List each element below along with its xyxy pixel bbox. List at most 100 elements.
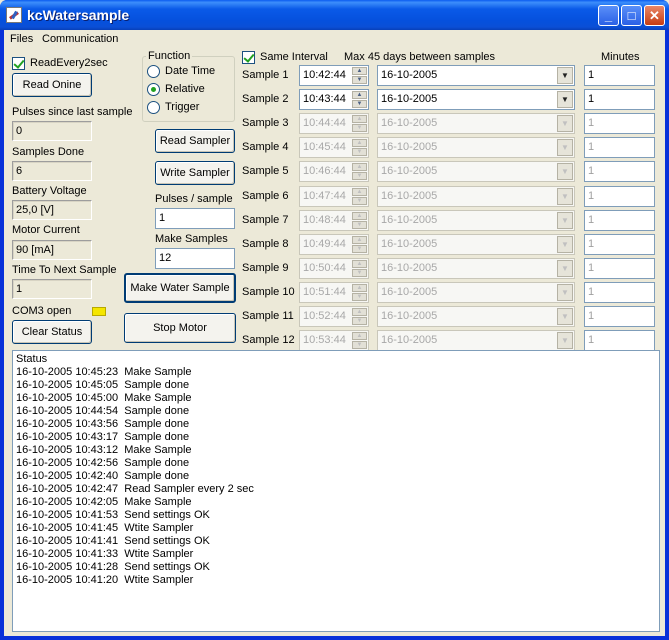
sample-date-picker[interactable]: 16-10-2005 ▼ bbox=[377, 89, 575, 110]
spin-down-icon[interactable]: ▼ bbox=[352, 317, 367, 325]
menu-files[interactable]: Files bbox=[10, 33, 33, 45]
sample-date-picker[interactable]: 16-10-2005 ▼ bbox=[377, 306, 575, 327]
chevron-down-icon[interactable]: ▼ bbox=[557, 67, 573, 84]
chevron-down-icon[interactable]: ▼ bbox=[557, 212, 573, 229]
radio-relative-label[interactable]: Relative bbox=[165, 83, 205, 95]
time-spinner[interactable]: ▲ ▼ bbox=[352, 67, 367, 84]
clear-status-button[interactable]: Clear Status bbox=[12, 320, 92, 344]
chevron-down-icon[interactable]: ▼ bbox=[557, 236, 573, 253]
sample-time-picker[interactable]: 10:52:44 ▲ ▼ bbox=[299, 306, 369, 327]
chevron-down-icon[interactable]: ▼ bbox=[557, 260, 573, 277]
sample-time-picker[interactable]: 10:46:44 ▲ ▼ bbox=[299, 161, 369, 182]
close-button[interactable]: ✕ bbox=[644, 5, 665, 26]
spin-down-icon[interactable]: ▼ bbox=[352, 293, 367, 301]
minimize-button[interactable]: _ bbox=[598, 5, 619, 26]
chevron-down-icon[interactable]: ▼ bbox=[557, 91, 573, 108]
chevron-down-icon[interactable]: ▼ bbox=[557, 163, 573, 180]
time-spinner[interactable]: ▲ ▼ bbox=[352, 115, 367, 132]
spin-down-icon[interactable]: ▼ bbox=[352, 269, 367, 277]
spin-down-icon[interactable]: ▼ bbox=[352, 148, 367, 156]
spin-down-icon[interactable]: ▼ bbox=[352, 172, 367, 180]
stop-motor-button[interactable]: Stop Motor bbox=[124, 313, 236, 343]
sample-minutes-input[interactable]: 1 bbox=[584, 306, 655, 327]
status-log[interactable]: Status 16-10-2005 10:45:23 Make Sample 16-… bbox=[12, 350, 660, 632]
time-spinner[interactable]: ▲ ▼ bbox=[352, 91, 367, 108]
sample-time-picker[interactable]: 10:43:44 ▲ ▼ bbox=[299, 89, 369, 110]
maximize-button[interactable]: □ bbox=[621, 5, 642, 26]
make-samples-input[interactable]: 12 bbox=[155, 248, 235, 269]
spin-up-icon[interactable]: ▲ bbox=[352, 115, 367, 123]
time-spinner[interactable]: ▲ ▼ bbox=[352, 188, 367, 205]
spin-down-icon[interactable]: ▼ bbox=[352, 100, 367, 108]
read-sampler-button[interactable]: Read Sampler bbox=[155, 129, 235, 153]
read-every-label[interactable]: ReadEvery2sec bbox=[30, 57, 108, 69]
sample-date-picker[interactable]: 16-10-2005 ▼ bbox=[377, 186, 575, 207]
sample-date-picker[interactable]: 16-10-2005 ▼ bbox=[377, 113, 575, 134]
sample-minutes-input[interactable]: 1 bbox=[584, 210, 655, 231]
sample-date-picker[interactable]: 16-10-2005 ▼ bbox=[377, 65, 575, 86]
sample-time-picker[interactable]: 10:53:44 ▲ ▼ bbox=[299, 330, 369, 351]
pulses-per-sample-input[interactable]: 1 bbox=[155, 208, 235, 229]
sample-time-picker[interactable]: 10:45:44 ▲ ▼ bbox=[299, 137, 369, 158]
read-online-button[interactable]: Read Onine bbox=[12, 73, 92, 97]
sample-minutes-input[interactable]: 1 bbox=[584, 113, 655, 134]
spin-up-icon[interactable]: ▲ bbox=[352, 67, 367, 75]
sample-time-picker[interactable]: 10:47:44 ▲ ▼ bbox=[299, 186, 369, 207]
radio-date-time[interactable] bbox=[147, 65, 160, 78]
time-spinner[interactable]: ▲ ▼ bbox=[352, 332, 367, 349]
same-interval-checkbox[interactable] bbox=[242, 51, 255, 64]
time-spinner[interactable]: ▲ ▼ bbox=[352, 308, 367, 325]
sample-time-picker[interactable]: 10:50:44 ▲ ▼ bbox=[299, 258, 369, 279]
spin-up-icon[interactable]: ▲ bbox=[352, 308, 367, 316]
same-interval-label[interactable]: Same Interval bbox=[260, 51, 328, 63]
spin-down-icon[interactable]: ▼ bbox=[352, 76, 367, 84]
sample-time-picker[interactable]: 10:44:44 ▲ ▼ bbox=[299, 113, 369, 134]
radio-relative[interactable] bbox=[147, 83, 160, 96]
sample-minutes-input[interactable]: 1 bbox=[584, 258, 655, 279]
spin-up-icon[interactable]: ▲ bbox=[352, 188, 367, 196]
make-water-sample-button[interactable]: Make Water Sample bbox=[124, 273, 236, 303]
sample-minutes-input[interactable]: 1 bbox=[584, 282, 655, 303]
menu-communication[interactable]: Communication bbox=[42, 33, 118, 45]
chevron-down-icon[interactable]: ▼ bbox=[557, 188, 573, 205]
chevron-down-icon[interactable]: ▼ bbox=[557, 139, 573, 156]
sample-date-picker[interactable]: 16-10-2005 ▼ bbox=[377, 330, 575, 351]
time-spinner[interactable]: ▲ ▼ bbox=[352, 284, 367, 301]
time-spinner[interactable]: ▲ ▼ bbox=[352, 260, 367, 277]
spin-up-icon[interactable]: ▲ bbox=[352, 284, 367, 292]
sample-minutes-input[interactable]: 1 bbox=[584, 89, 655, 110]
sample-time-picker[interactable]: 10:49:44 ▲ ▼ bbox=[299, 234, 369, 255]
sample-date-picker[interactable]: 16-10-2005 ▼ bbox=[377, 137, 575, 158]
sample-minutes-input[interactable]: 1 bbox=[584, 161, 655, 182]
sample-time-picker[interactable]: 10:51:44 ▲ ▼ bbox=[299, 282, 369, 303]
spin-down-icon[interactable]: ▼ bbox=[352, 341, 367, 349]
spin-up-icon[interactable]: ▲ bbox=[352, 163, 367, 171]
sample-date-picker[interactable]: 16-10-2005 ▼ bbox=[377, 234, 575, 255]
time-spinner[interactable]: ▲ ▼ bbox=[352, 212, 367, 229]
title-bar[interactable]: kcWatersample _ □ ✕ bbox=[0, 0, 669, 30]
time-spinner[interactable]: ▲ ▼ bbox=[352, 236, 367, 253]
radio-date-time-label[interactable]: Date Time bbox=[165, 65, 215, 77]
sample-date-picker[interactable]: 16-10-2005 ▼ bbox=[377, 161, 575, 182]
sample-minutes-input[interactable]: 1 bbox=[584, 186, 655, 207]
sample-minutes-input[interactable]: 1 bbox=[584, 65, 655, 86]
spin-up-icon[interactable]: ▲ bbox=[352, 236, 367, 244]
chevron-down-icon[interactable]: ▼ bbox=[557, 115, 573, 132]
app-icon[interactable] bbox=[6, 7, 22, 23]
spin-down-icon[interactable]: ▼ bbox=[352, 245, 367, 253]
spin-down-icon[interactable]: ▼ bbox=[352, 124, 367, 132]
sample-minutes-input[interactable]: 1 bbox=[584, 234, 655, 255]
sample-minutes-input[interactable]: 1 bbox=[584, 137, 655, 158]
sample-minutes-input[interactable]: 1 bbox=[584, 330, 655, 351]
time-spinner[interactable]: ▲ ▼ bbox=[352, 163, 367, 180]
radio-trigger-label[interactable]: Trigger bbox=[165, 101, 199, 113]
spin-up-icon[interactable]: ▲ bbox=[352, 260, 367, 268]
spin-down-icon[interactable]: ▼ bbox=[352, 197, 367, 205]
sample-date-picker[interactable]: 16-10-2005 ▼ bbox=[377, 282, 575, 303]
sample-date-picker[interactable]: 16-10-2005 ▼ bbox=[377, 210, 575, 231]
chevron-down-icon[interactable]: ▼ bbox=[557, 308, 573, 325]
spin-up-icon[interactable]: ▲ bbox=[352, 332, 367, 340]
spin-down-icon[interactable]: ▼ bbox=[352, 221, 367, 229]
sample-time-picker[interactable]: 10:42:44 ▲ ▼ bbox=[299, 65, 369, 86]
sample-time-picker[interactable]: 10:48:44 ▲ ▼ bbox=[299, 210, 369, 231]
